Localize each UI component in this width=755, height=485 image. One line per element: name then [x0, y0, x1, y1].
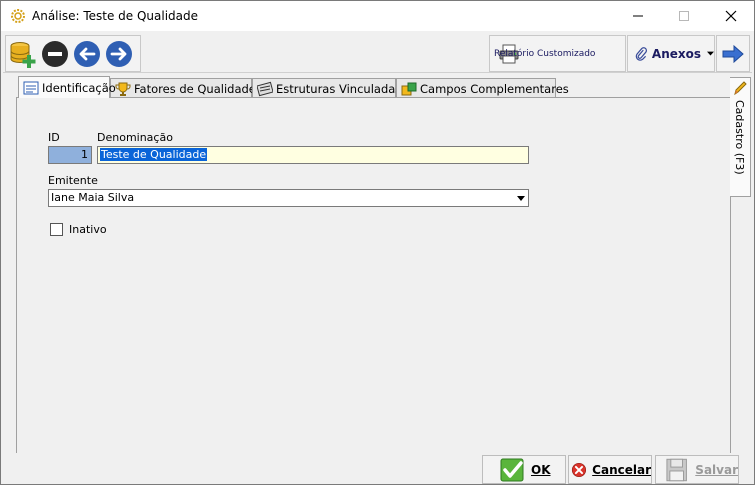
tab-fatores-de-qualidade[interactable]: Fatores de Qualidade	[110, 78, 256, 98]
form-icon	[23, 81, 39, 94]
close-icon	[725, 10, 737, 22]
pencil-icon	[734, 81, 747, 96]
id-field[interactable]: 1	[48, 146, 92, 164]
nav-button-group	[5, 35, 141, 72]
attachments-button[interactable]: Anexos	[627, 35, 715, 72]
issuer-select[interactable]: Iane Maia Silva	[48, 189, 529, 207]
issuer-value: Iane Maia Silva	[51, 191, 135, 204]
custom-report-button[interactable]: Relatório Customizado	[489, 35, 626, 72]
inactive-checkbox[interactable]	[50, 223, 63, 236]
minus-circle-icon	[42, 41, 68, 67]
add-record-button[interactable]	[8, 39, 38, 69]
cancel-button[interactable]: Cancelar	[568, 455, 652, 484]
save-label: Salvar	[695, 462, 738, 477]
structure-icon	[257, 81, 273, 96]
previous-record-button[interactable]	[72, 39, 102, 69]
next-record-button[interactable]	[104, 39, 134, 69]
forward-button[interactable]	[716, 35, 750, 72]
chevron-down-icon	[707, 51, 714, 56]
tab-identificacao[interactable]: Identificação	[18, 76, 116, 98]
remove-record-button[interactable]	[40, 39, 70, 69]
issuer-dropdown-button[interactable]	[513, 190, 528, 206]
floppy-disk-icon	[666, 458, 687, 481]
close-button[interactable]	[708, 1, 754, 31]
chevron-down-icon	[516, 195, 525, 201]
ok-label: OK	[531, 462, 551, 477]
trophy-icon	[115, 82, 131, 96]
save-button[interactable]: Salvar	[655, 455, 739, 484]
attachments-label: Anexos	[651, 46, 702, 61]
title-bar: Análise: Teste de Qualidade	[1, 1, 754, 31]
tab-label: Estruturas Vinculadas	[276, 81, 402, 96]
custom-report-label: Relatório Customizado	[494, 48, 596, 59]
fields-icon	[401, 82, 417, 95]
tab-label: Campos Complementares	[420, 81, 569, 96]
tab-estruturas-vinculadas[interactable]: Estruturas Vinculadas	[252, 78, 401, 98]
name-value: Teste de Qualidade	[100, 148, 208, 161]
app-window: Análise: Teste de Qualidade Relatório Cu…	[0, 0, 755, 485]
paperclip-icon	[635, 46, 648, 61]
maximize-icon	[679, 11, 689, 21]
tab-campos-complementares[interactable]: Campos Complementares	[396, 78, 569, 98]
arrow-left-icon	[74, 41, 100, 67]
window-title: Análise: Teste de Qualidade	[32, 9, 199, 23]
issuer-label: Emitente	[48, 174, 98, 187]
cancel-label: Cancelar	[592, 462, 651, 477]
side-tab-cadastro[interactable]: Cadastro (F3)	[730, 77, 751, 197]
footer-bar: OK Cancelar Salvar	[2, 453, 753, 484]
database-add-icon	[10, 42, 36, 68]
cancel-icon	[571, 462, 587, 477]
side-tab-label: Cadastro (F3)	[733, 100, 746, 175]
id-label: ID	[48, 131, 60, 144]
arrow-right-icon	[106, 41, 132, 67]
tab-label: Identificação	[42, 80, 116, 95]
checkmark-icon	[500, 458, 524, 481]
maximize-button[interactable]	[661, 1, 707, 31]
ok-button[interactable]: OK	[482, 455, 566, 484]
minimize-button[interactable]	[615, 1, 661, 31]
toolbar: Relatório Customizado Anexos	[3, 34, 752, 73]
tab-label: Fatores de Qualidade	[134, 81, 256, 96]
minimize-icon	[633, 15, 643, 17]
name-field[interactable]: Teste de Qualidade	[97, 146, 529, 164]
arrow-forward-icon	[722, 44, 744, 63]
name-label: Denominação	[97, 131, 173, 144]
inactive-label: Inativo	[69, 223, 107, 236]
gear-icon	[10, 8, 26, 24]
